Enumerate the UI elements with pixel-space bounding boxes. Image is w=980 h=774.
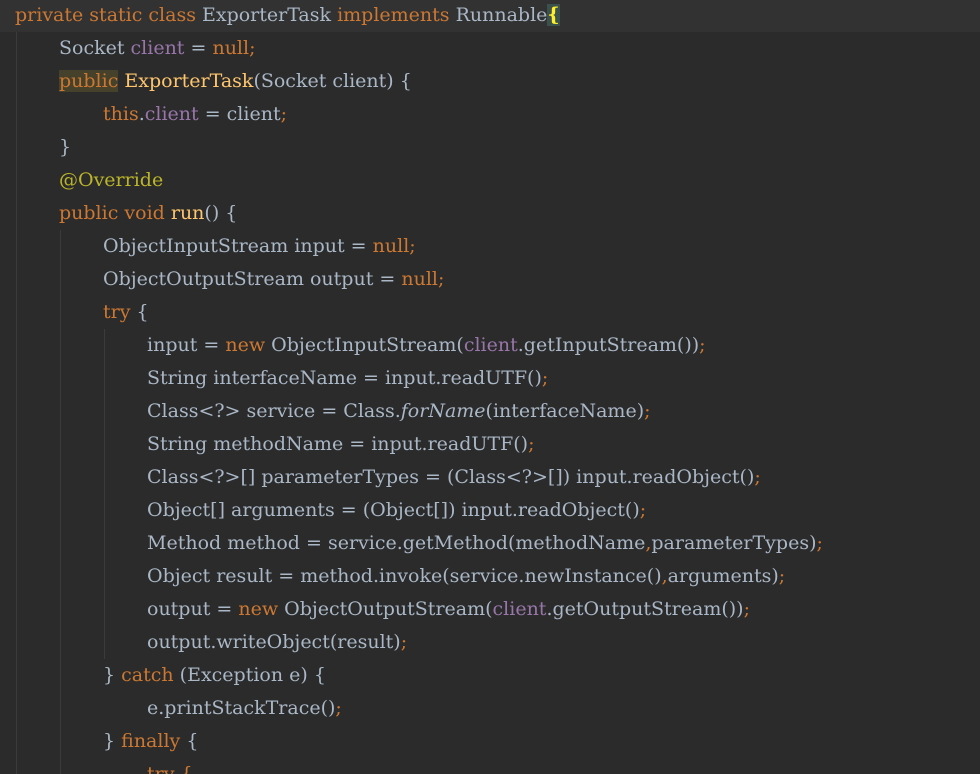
code-token: Object[] arguments = (Object[]) input.re…: [147, 499, 640, 521]
code-token: {: [547, 4, 560, 26]
code-token: private static class: [15, 4, 202, 26]
code-line[interactable]: String methodName = input.readUTF();: [0, 428, 980, 461]
code-token: ;: [743, 598, 750, 620]
code-token: ObjectInputStream(: [271, 334, 464, 356]
code-token: ;: [249, 37, 256, 59]
code-token: Socket: [59, 37, 131, 59]
code-token: ;: [400, 631, 408, 653]
code-line[interactable]: public void run() {: [0, 197, 980, 230]
code-line[interactable]: input = new ObjectInputStream(client.get…: [0, 329, 980, 362]
code-token: (Exception e) {: [179, 664, 326, 686]
code-token: {: [136, 301, 149, 323]
code-line[interactable]: } finally {: [0, 725, 980, 758]
code-line[interactable]: e.printStackTrace();: [0, 692, 980, 725]
code-token: new: [238, 598, 285, 620]
code-token: .getInputStream()): [517, 334, 700, 356]
code-token: client: [130, 37, 191, 59]
code-token: public void: [59, 202, 171, 224]
code-line[interactable]: this.client = client;: [0, 98, 980, 131]
code-line[interactable]: output.writeObject(result);: [0, 626, 980, 659]
code-token: (interfaceName): [485, 400, 645, 422]
code-token: Method method = service.getMethod(method…: [147, 532, 646, 554]
code-token: Runnable: [455, 4, 548, 26]
code-line[interactable]: ObjectOutputStream output = null;: [0, 263, 980, 296]
code-line[interactable]: public ExporterTask(Socket client) {: [0, 65, 980, 98]
code-token: @Override: [59, 169, 164, 191]
code-token: Object result = method.invoke(service.ne…: [147, 565, 662, 587]
code-token: }: [103, 730, 122, 752]
code-token: ;: [335, 697, 342, 719]
code-token: }: [103, 664, 122, 686]
code-token: Class<?> service = Class.: [147, 400, 401, 422]
code-token: String methodName = input.readUTF(): [147, 433, 529, 455]
code-token: ExporterTask: [202, 4, 338, 26]
code-line[interactable]: Class<?>[] parameterTypes = (Class<?>[])…: [0, 461, 980, 494]
code-token: ;: [280, 103, 287, 125]
code-token: ExporterTask: [124, 70, 254, 92]
code-token: arguments): [667, 565, 779, 587]
code-line[interactable]: try {: [0, 758, 980, 774]
code-token: Class<?>[] parameterTypes = (Class<?>[])…: [147, 466, 755, 488]
code-line[interactable]: String interfaceName = input.readUTF();: [0, 362, 980, 395]
code-token: }: [59, 136, 72, 158]
code-token: String interfaceName = input.readUTF(): [147, 367, 542, 389]
code-token: new: [225, 334, 272, 356]
code-line[interactable]: try {: [0, 296, 980, 329]
code-token: ;: [754, 466, 761, 488]
code-token: ;: [409, 235, 416, 257]
code-token: ObjectOutputStream output =: [103, 268, 402, 290]
code-token: input =: [147, 334, 226, 356]
code-token: = client: [204, 103, 281, 125]
code-token: null: [212, 37, 250, 59]
code-line[interactable]: }: [0, 131, 980, 164]
code-token: catch: [121, 664, 180, 686]
code-token: {: [186, 730, 199, 752]
code-token: client: [144, 103, 205, 125]
code-token: finally: [121, 730, 187, 752]
code-token: ;: [778, 565, 786, 587]
code-line[interactable]: @Override: [0, 164, 980, 197]
code-line[interactable]: Object result = method.invoke(service.ne…: [0, 560, 980, 593]
code-line[interactable]: Method method = service.getMethod(method…: [0, 527, 980, 560]
code-token: try: [103, 301, 137, 323]
code-token: null: [401, 268, 438, 290]
code-line[interactable]: Object[] arguments = (Object[]) input.re…: [0, 494, 980, 527]
code-token: output =: [147, 598, 239, 620]
code-token: this: [103, 103, 139, 125]
code-token: implements: [337, 4, 456, 26]
code-token: run: [170, 202, 205, 224]
code-editor[interactable]: private static class ExporterTask implem…: [0, 0, 980, 774]
code-token: e.printStackTrace(): [147, 697, 336, 719]
code-line[interactable]: Socket client = null;: [0, 32, 980, 65]
code-token: client: [492, 598, 547, 620]
code-line[interactable]: Class<?> service = Class.forName(interfa…: [0, 395, 980, 428]
code-token: .getOutputStream()): [546, 598, 744, 620]
code-token: ;: [528, 433, 535, 455]
code-token: null: [372, 235, 410, 257]
code-token: forName: [400, 400, 486, 422]
code-token: ;: [639, 499, 647, 521]
code-token: output.writeObject(result): [147, 631, 401, 653]
code-token: client: [463, 334, 518, 356]
code-line[interactable]: ObjectInputStream input = null;: [0, 230, 980, 263]
code-token: parameterTypes): [651, 532, 817, 554]
code-token: ;: [816, 532, 823, 554]
code-token: ObjectInputStream input =: [103, 235, 373, 257]
code-token: try {: [147, 763, 193, 774]
code-line[interactable]: private static class ExporterTask implem…: [0, 0, 980, 32]
code-token: =: [190, 37, 213, 59]
code-token: ;: [541, 367, 549, 389]
code-token: ObjectOutputStream(: [284, 598, 493, 620]
code-token: () {: [204, 202, 238, 224]
code-token: ;: [437, 268, 445, 290]
code-token: ;: [699, 334, 706, 356]
code-line[interactable]: } catch (Exception e) {: [0, 659, 980, 692]
code-token: public: [59, 70, 119, 92]
code-token: (Socket client) {: [253, 70, 412, 92]
code-line[interactable]: output = new ObjectOutputStream(client.g…: [0, 593, 980, 626]
code-token: ;: [644, 400, 651, 422]
